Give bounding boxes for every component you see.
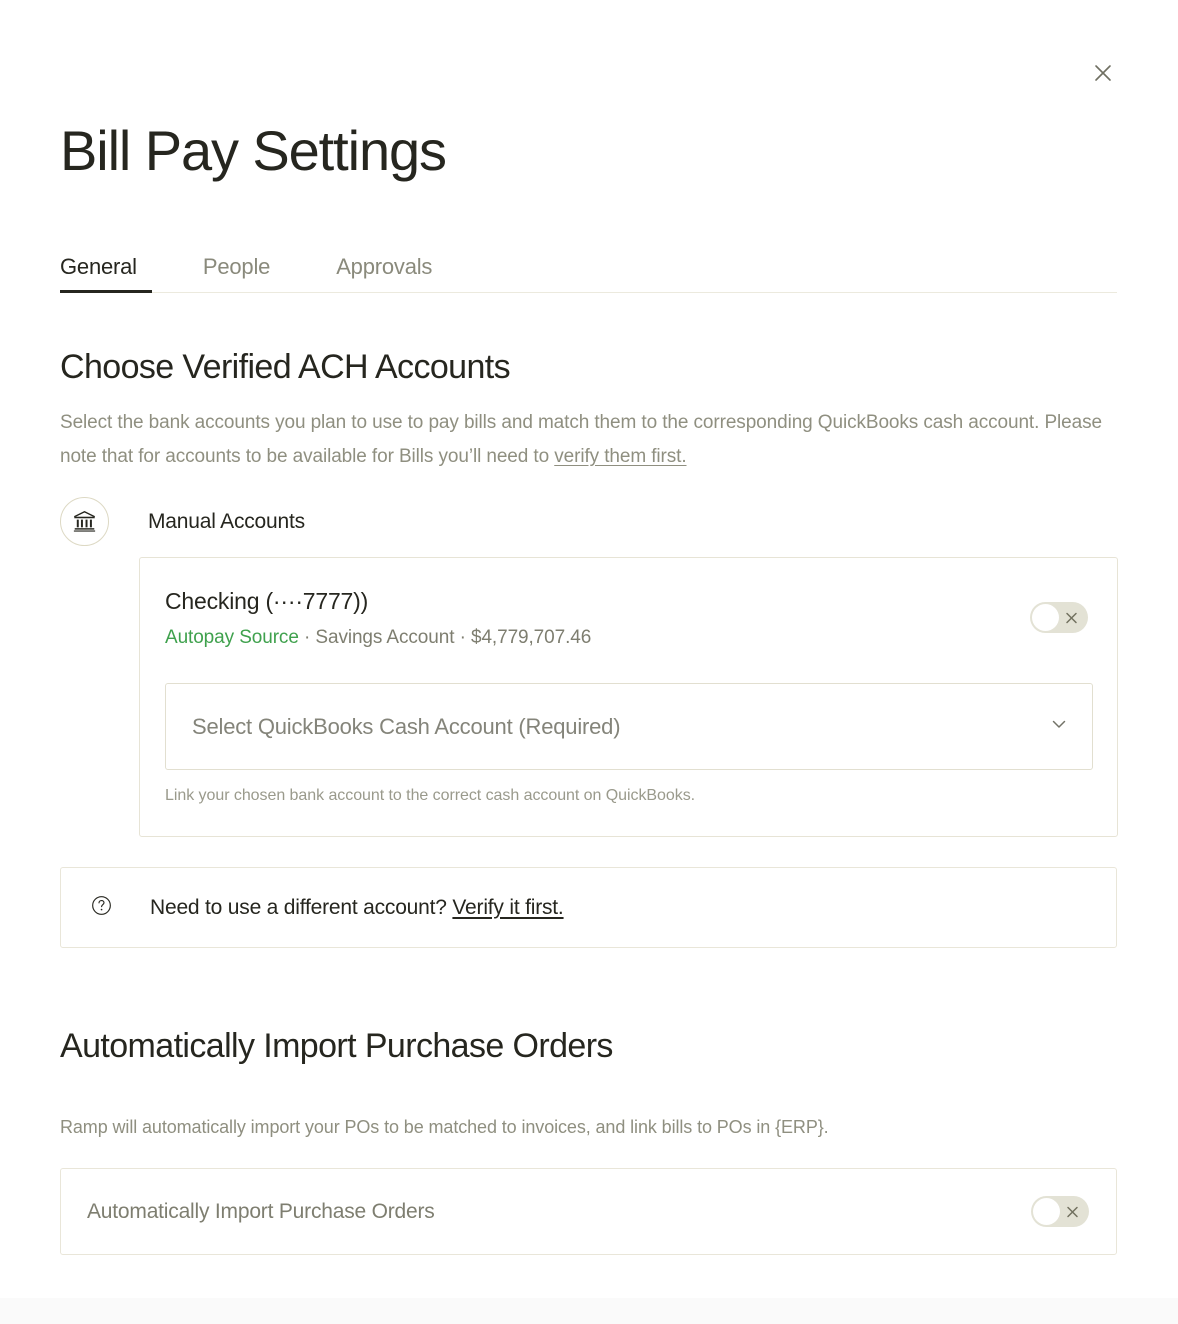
quickbooks-cash-account-select-label: Select QuickBooks Cash Account (Required…: [192, 713, 621, 739]
bank-account-toggle[interactable]: [1030, 602, 1088, 633]
auto-import-purchase-orders-row: Automatically Import Purchase Orders: [60, 1168, 1117, 1255]
purchase-orders-section-description: Ramp will automatically import your POs …: [60, 1117, 829, 1137]
meta-separator-1: ·: [298, 627, 316, 648]
tab-people[interactable]: People: [203, 254, 271, 280]
bill-pay-settings-modal: Bill Pay Settings General People Approva…: [0, 0, 1178, 1324]
bank-account-info: Checking (····7777)) Autopay Source · Sa…: [165, 588, 1092, 649]
verify-account-banner: Need to use a different account? Verify …: [60, 867, 1117, 948]
bank-account-name: Checking (····7777)): [165, 588, 369, 614]
tabs: General People Approvals: [60, 240, 1117, 298]
toggle-knob: [1033, 1198, 1060, 1225]
toggle-knob: [1032, 604, 1059, 631]
close-icon: [1092, 62, 1114, 84]
verify-it-first-link[interactable]: Verify it first.: [452, 896, 563, 919]
bank-icon: [60, 497, 109, 546]
auto-import-purchase-orders-label: Automatically Import Purchase Orders: [87, 1199, 435, 1223]
page-title: Bill Pay Settings: [60, 119, 447, 182]
tab-approvals[interactable]: Approvals: [336, 254, 432, 280]
verify-banner-message: Need to use a different account?: [150, 895, 453, 919]
tab-active-indicator: [60, 290, 152, 293]
close-button[interactable]: [1086, 56, 1120, 90]
manual-accounts-label: Manual Accounts: [148, 509, 305, 533]
close-icon: [1065, 1204, 1080, 1219]
manual-accounts-group-header: Manual Accounts: [60, 497, 305, 546]
bank-account-type: Savings Account: [315, 627, 455, 648]
verify-them-first-link[interactable]: verify them first.: [554, 446, 686, 467]
autopay-source-badge: Autopay Source: [165, 627, 299, 648]
quickbooks-cash-account-select[interactable]: Select QuickBooks Cash Account (Required…: [165, 683, 1093, 770]
quickbooks-select-help-text: Link your chosen bank account to the cor…: [165, 787, 696, 804]
tabs-divider: [60, 292, 1117, 293]
chevron-down-icon: [1048, 713, 1070, 740]
bank-account-card: Checking (····7777)) Autopay Source · Sa…: [139, 557, 1118, 837]
bank-account-balance: $4,779,707.46: [470, 627, 592, 648]
meta-separator-2: ·: [454, 627, 471, 648]
purchase-orders-section-heading: Automatically Import Purchase Orders: [60, 1027, 613, 1065]
close-icon: [1064, 610, 1079, 625]
bank-account-meta: Autopay Source · Savings Account · $4,77…: [165, 627, 1092, 649]
verify-banner-text: Need to use a different account? Verify …: [150, 896, 564, 920]
tab-general[interactable]: General: [60, 254, 137, 280]
ach-section-heading: Choose Verified ACH Accounts: [60, 348, 511, 386]
bottom-band: [0, 1298, 1178, 1324]
question-circle-icon: [90, 894, 113, 922]
auto-import-purchase-orders-toggle[interactable]: [1031, 1196, 1089, 1227]
ach-section-description: Select the bank accounts you plan to use…: [60, 406, 1120, 474]
